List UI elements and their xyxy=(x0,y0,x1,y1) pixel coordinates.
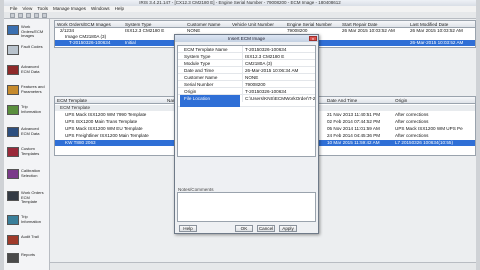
ecm-data-icon xyxy=(7,127,19,137)
save-icon[interactable] xyxy=(26,13,31,18)
reports-icon xyxy=(7,253,19,263)
sidebar-item-ecm-template[interactable]: Work Orders ECM Template xyxy=(7,190,49,207)
sidebar-item-advanced-ecm[interactable]: Advanced ECM Data xyxy=(7,64,49,81)
folder-icon xyxy=(7,25,19,35)
features-icon xyxy=(7,85,19,95)
ecm-icon xyxy=(7,65,19,75)
status-bar xyxy=(50,262,476,270)
col-header[interactable]: Origin xyxy=(393,97,477,104)
property-grid: ECM Template Name T-20150326-100634 Syst… xyxy=(177,45,316,157)
sidebar-item-work-orders[interactable]: Work Orders/ECM Images xyxy=(7,24,49,41)
template-icon xyxy=(7,147,19,157)
open-icon[interactable] xyxy=(18,13,23,18)
property-row[interactable]: Customer Name NONE xyxy=(178,74,315,81)
work-orders-grid-header: Work Orders/ECM Images System Type Custo… xyxy=(55,21,475,28)
trip-icon xyxy=(7,105,19,115)
sidebar-item-trip-info-2[interactable]: Trip Information xyxy=(7,214,49,231)
refresh-icon[interactable] xyxy=(42,13,47,18)
sidebar-item-fault-codes[interactable]: Fault Codes xyxy=(7,44,49,61)
sidebar-item-trip-info[interactable]: Trip Information xyxy=(7,104,49,121)
col-header[interactable]: Start Repair Date xyxy=(340,21,408,28)
property-row[interactable]: Date and Time 26-Mar-2015 10:06:34 AM xyxy=(178,67,315,74)
insert-ecm-image-dialog: Insert ECM Image x ECM Template Name T-2… xyxy=(174,34,319,234)
col-header[interactable]: Work Orders/ECM Images xyxy=(55,21,123,28)
app-window: IRIS 3.4.21.147 - [CX12.3 CM2180 E] - En… xyxy=(4,0,476,270)
calibration-icon xyxy=(7,169,19,179)
sidebar: Work Orders/ECM Images Fault Codes Advan… xyxy=(4,19,50,270)
property-row[interactable]: Serial Number 79008200 xyxy=(178,81,315,88)
help-button[interactable]: Help xyxy=(179,225,197,232)
notes-textarea[interactable] xyxy=(177,192,316,222)
trip-info-icon xyxy=(7,215,19,225)
print-icon[interactable] xyxy=(34,13,39,18)
close-icon[interactable]: x xyxy=(309,36,317,41)
sidebar-item-advanced-ecm-2[interactable]: Advanced ECM Data xyxy=(7,126,49,143)
sidebar-item-features[interactable]: Features and Parameters xyxy=(7,84,49,101)
audit-icon xyxy=(7,235,19,245)
apply-button[interactable]: Apply xyxy=(279,225,297,232)
sidebar-item-calibration[interactable]: Calibration Selection xyxy=(7,168,49,185)
col-header[interactable]: Last Modified Date xyxy=(408,21,477,28)
col-header[interactable]: Engine Serial Number xyxy=(285,21,340,28)
sidebar-item-reports[interactable]: Reports xyxy=(7,252,49,269)
ecm-template-icon xyxy=(7,191,19,201)
new-icon[interactable] xyxy=(10,13,15,18)
fault-icon xyxy=(7,45,19,55)
col-header[interactable]: Customer Name xyxy=(185,21,230,28)
sidebar-item-custom-templates[interactable]: Custom Templates xyxy=(7,146,49,163)
ok-button[interactable]: OK xyxy=(235,225,253,232)
col-header[interactable]: Vehicle Unit Number xyxy=(230,21,285,28)
property-row[interactable]: ECM Template Name T-20150326-100634 xyxy=(178,46,315,53)
col-header[interactable]: Date And Time xyxy=(325,97,393,104)
col-header[interactable]: System Type xyxy=(123,21,185,28)
sidebar-item-audit-trail[interactable]: Audit Trail xyxy=(7,234,49,251)
dialog-title: Insert ECM Image xyxy=(175,35,318,42)
cancel-button[interactable]: Cancel xyxy=(257,225,275,232)
toolbar xyxy=(4,12,476,19)
property-row-active[interactable]: File Location C:\Users\KNS\ECMWorkOrder\… xyxy=(178,95,315,107)
property-row[interactable]: Module Type CM2180A (3) xyxy=(178,60,315,67)
property-row[interactable]: System Type ISX12.3 CM2180 E xyxy=(178,53,315,60)
property-row[interactable]: Origin T-20150326-100634 xyxy=(178,88,315,95)
col-header[interactable]: ECM Template xyxy=(55,97,165,104)
